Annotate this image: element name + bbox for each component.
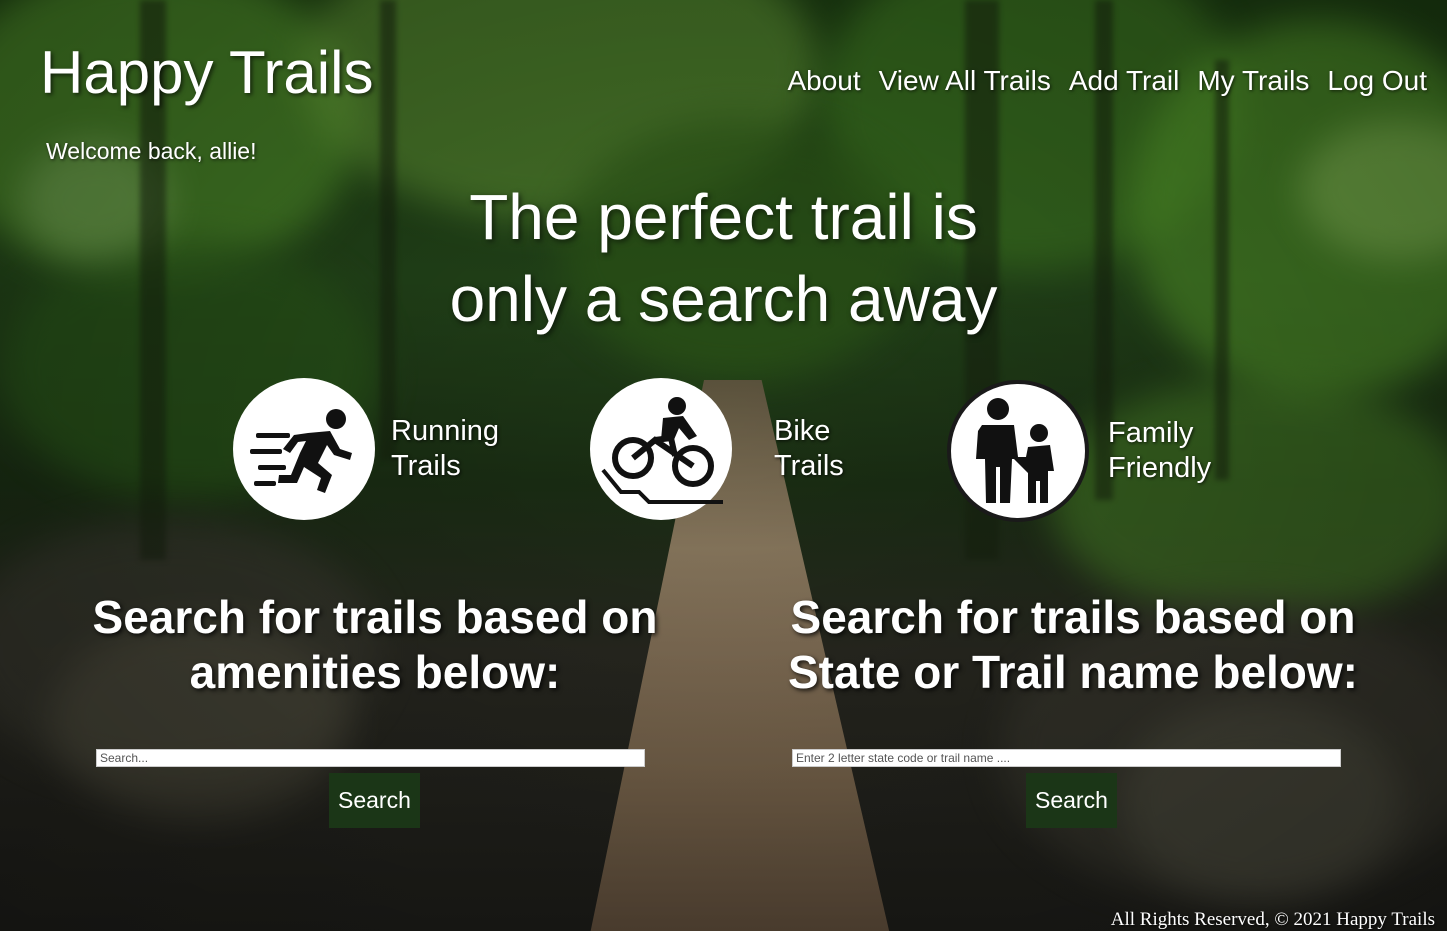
welcome-message: Welcome back, allie!: [46, 138, 257, 164]
category-label: Family Friendly: [1108, 417, 1212, 484]
main-nav: About View All Trails Add Trail My Trail…: [787, 64, 1427, 98]
search-amenities-heading: Search for trails based on amenities bel…: [92, 591, 658, 698]
amenities-search-input[interactable]: [96, 749, 645, 767]
category-label: Running Trails: [391, 415, 500, 482]
hero-line-1: The perfect trail is: [469, 181, 978, 253]
nav-my-trails[interactable]: My Trails: [1197, 64, 1309, 98]
hero-line-2: only a search away: [449, 263, 998, 335]
site-brand: Happy Trails: [40, 39, 374, 106]
nav-view-all-trails[interactable]: View All Trails: [879, 64, 1051, 98]
category-running-trails[interactable]: Running Trails: [233, 378, 499, 520]
family-icon: [947, 380, 1089, 522]
running-icon: [233, 378, 375, 520]
category-bike-trails[interactable]: Bike Trails: [590, 378, 844, 520]
hero-headline: The perfect trail is only a search away: [0, 176, 1447, 340]
category-label: Bike Trails: [774, 415, 844, 482]
footer-copyright: All Rights Reserved, © 2021 Happy Trails: [1110, 909, 1435, 930]
search-state-heading: Search for trails based on State or Trai…: [787, 591, 1359, 698]
category-family-friendly[interactable]: Family Friendly: [947, 380, 1211, 522]
nav-about[interactable]: About: [787, 64, 860, 98]
amenities-search-button[interactable]: Search: [329, 773, 420, 828]
state-search-button[interactable]: Search: [1026, 773, 1117, 828]
nav-log-out[interactable]: Log Out: [1327, 64, 1427, 98]
state-search-input[interactable]: [792, 749, 1341, 767]
nav-add-trail[interactable]: Add Trail: [1069, 64, 1180, 98]
bike-icon: [590, 378, 732, 520]
